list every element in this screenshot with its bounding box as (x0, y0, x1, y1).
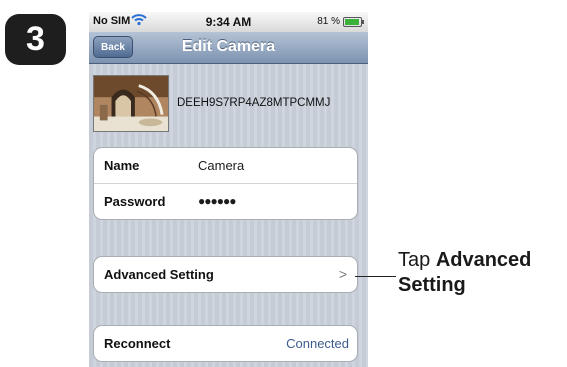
advanced-setting-group: Advanced Setting > (93, 256, 358, 293)
navigation-bar: Back Edit Camera (89, 32, 368, 64)
name-field[interactable]: Camera (198, 158, 244, 173)
battery-percentage: 81 % (317, 16, 340, 27)
callout-prefix: Tap (398, 249, 436, 271)
name-label: Name (104, 158, 140, 173)
page-title: Edit Camera (181, 38, 276, 55)
status-bar: No SIM 9:34 AM 81 % (89, 12, 368, 32)
step-number: 3 (26, 20, 45, 58)
password-field[interactable]: ●●●●●● (198, 194, 236, 208)
callout-instruction: Tap Advanced Setting (398, 248, 567, 298)
camera-thumbnail (93, 75, 169, 132)
advanced-setting-label: Advanced Setting (104, 267, 214, 282)
camera-credentials-group: Name Camera Password ●●●●●● (93, 147, 358, 220)
reconnect-group: Reconnect Connected (93, 325, 358, 362)
password-row[interactable]: Password ●●●●●● (94, 183, 357, 219)
chevron-right-icon: > (338, 266, 347, 282)
reconnect-row[interactable]: Reconnect Connected (94, 326, 357, 361)
callout-line (355, 276, 396, 277)
name-row[interactable]: Name Camera (94, 148, 357, 183)
connection-status: Connected (286, 336, 349, 351)
battery-icon (343, 17, 364, 27)
camera-id: DEEH9S7RP4AZ8MTPCMMJ (177, 97, 331, 109)
phone-screen: No SIM 9:34 AM 81 % Back Edit Camera DEE… (89, 12, 368, 367)
advanced-setting-row[interactable]: Advanced Setting > (94, 257, 357, 292)
reconnect-label: Reconnect (104, 336, 171, 351)
password-label: Password (104, 194, 166, 209)
step-number-badge: 3 (5, 14, 66, 65)
